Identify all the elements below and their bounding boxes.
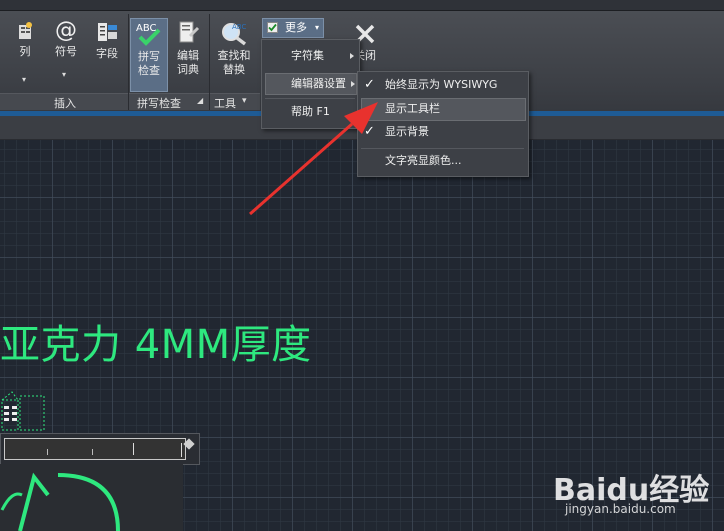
- column-button[interactable]: 列: [10, 20, 40, 59]
- menu-item-show-toolbar[interactable]: 显示工具栏: [385, 98, 440, 120]
- checkmark-icon: ✓: [364, 77, 375, 92]
- svg-text:ABC: ABC: [232, 23, 246, 31]
- menu-item-show-background[interactable]: 显示背景: [385, 121, 429, 143]
- insert-group-label: 插入: [54, 97, 76, 110]
- title-strip: [0, 0, 724, 11]
- at-sign-icon: @: [55, 18, 77, 43]
- spellcheck-button[interactable]: ABC 拼写 检查: [130, 18, 168, 92]
- field-icon: [98, 23, 117, 41]
- column-dropdown-icon[interactable]: ▾: [22, 75, 26, 84]
- symbol-dropdown-icon[interactable]: ▾: [62, 70, 66, 79]
- abc-check-icon: ABC: [136, 23, 161, 46]
- find-replace-label: 查找和 替换: [217, 49, 251, 76]
- menu-item-highlight-color[interactable]: 文字亮显颜色...: [385, 150, 462, 172]
- menu-item-always-wysiwyg[interactable]: 始终显示为 WYSIWYG: [385, 74, 497, 96]
- dictionary-icon: [179, 21, 200, 43]
- edit-dictionary-button[interactable]: 编辑 词典: [170, 20, 206, 77]
- more-dropdown-button[interactable]: 更多 ▾: [262, 18, 324, 38]
- annotation-arrow: [249, 102, 378, 216]
- submenu-arrow-icon: [351, 81, 355, 87]
- menu-item-charset[interactable]: 字符集: [291, 45, 324, 67]
- edit-dictionary-label: 编辑 词典: [177, 49, 199, 76]
- checkbox-icon: [267, 22, 278, 33]
- symbol-button[interactable]: @ 符号: [48, 20, 84, 59]
- field-label: 字段: [96, 47, 118, 60]
- drawing-objects: [1, 391, 45, 431]
- svg-text:ABC: ABC: [136, 23, 157, 34]
- symbol-label: 符号: [55, 45, 77, 58]
- field-button[interactable]: 字段: [89, 20, 125, 61]
- mtext-content[interactable]: 亚克力 4MM厚度: [0, 312, 312, 370]
- magnifier-abc-icon: ABC: [222, 23, 246, 46]
- tools-group-label: 工具: [214, 97, 236, 110]
- column-icon: [19, 22, 32, 39]
- arc-shape: [0, 472, 120, 531]
- column-label: 列: [19, 45, 31, 58]
- watermark-url: jingyan.baidu.com: [565, 502, 676, 516]
- dialog-launcher-icon[interactable]: ◢: [197, 96, 203, 105]
- find-replace-button[interactable]: ABC 查找和 替换: [211, 20, 257, 77]
- spellcheck-label: 拼写 检查: [138, 50, 160, 77]
- submenu-arrow-icon: [350, 53, 354, 59]
- more-chevron-icon: ▾: [315, 23, 320, 32]
- spellcheck-group-label: 拼写检查: [137, 97, 181, 110]
- more-label: 更多: [285, 21, 307, 34]
